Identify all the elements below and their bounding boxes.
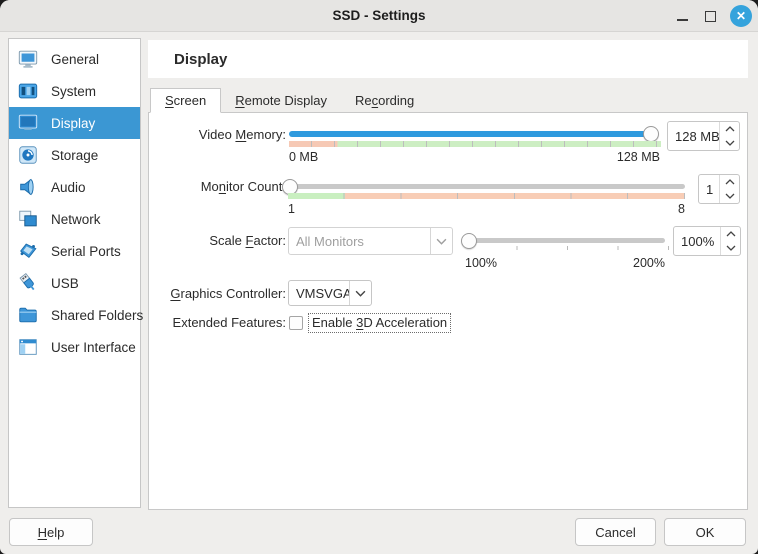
graphics-controller-label: Graphics Controller:	[149, 285, 286, 303]
settings-dialog: SSD - Settings ✕ General System Display	[0, 0, 758, 554]
minimize-button[interactable]	[668, 0, 696, 32]
video-memory-min-label: 0 MB	[289, 150, 318, 164]
video-memory-spinbox[interactable]: 128 MB	[667, 121, 740, 151]
close-button[interactable]: ✕	[727, 0, 755, 32]
video-memory-slider-track[interactable]	[289, 131, 657, 137]
video-memory-tick-strip	[289, 141, 661, 147]
enable-3d-acceleration-checkbox[interactable]	[289, 316, 303, 330]
tab-remote-display[interactable]: Remote Display	[221, 88, 341, 113]
extended-features-label: Extended Features:	[149, 314, 286, 332]
scale-factor-value[interactable]: 100%	[674, 227, 720, 255]
video-memory-value[interactable]: 128 MB	[668, 122, 719, 150]
serial-plug-icon	[16, 239, 40, 263]
cancel-button[interactable]: Cancel	[575, 518, 656, 546]
screen-tab-pane: Video Memory: 0 MB 128 MB 128 MB Monitor…	[148, 112, 748, 510]
network-screens-icon	[16, 207, 40, 231]
combo-arrow-icon[interactable]	[349, 281, 371, 305]
sidebar-item-network[interactable]: Network	[9, 203, 140, 235]
maximize-icon	[705, 11, 716, 22]
monitor-count-max-label: 8	[585, 202, 685, 216]
scale-factor-monitor-value: All Monitors	[289, 228, 430, 254]
scale-factor-slider-track[interactable]	[467, 238, 665, 243]
page-title: Display	[174, 51, 227, 68]
scale-factor-monitor-select: All Monitors	[288, 227, 453, 255]
sidebar-item-label: Display	[51, 116, 95, 131]
video-memory-slider-handle[interactable]	[643, 126, 659, 142]
tab-recording[interactable]: Recording	[341, 88, 428, 113]
sidebar-item-general[interactable]: General	[9, 43, 140, 75]
scale-factor-spin-up[interactable]	[721, 227, 740, 241]
sidebar-item-usb[interactable]: USB	[9, 267, 140, 299]
sidebar-item-label: User Interface	[51, 340, 136, 355]
monitor-count-value[interactable]: 1	[699, 175, 719, 203]
folder-icon	[16, 303, 40, 327]
video-memory-label: Video Memory:	[149, 126, 286, 144]
harddisk-icon	[16, 143, 40, 167]
help-button[interactable]: Help	[9, 518, 93, 546]
sidebar-item-display[interactable]: Display	[9, 107, 140, 139]
scale-factor-ticks	[467, 246, 669, 250]
combo-arrow-icon	[430, 228, 452, 254]
sidebar-item-label: General	[51, 52, 99, 67]
scale-factor-label: Scale Factor:	[149, 232, 286, 250]
maximize-button[interactable]	[696, 0, 724, 32]
scale-factor-spin-down[interactable]	[721, 241, 740, 255]
minimize-icon	[677, 19, 688, 21]
scale-factor-spinbox[interactable]: 100%	[673, 226, 741, 256]
settings-category-list: General System Display Storage Audio	[8, 38, 141, 508]
sidebar-item-user-interface[interactable]: User Interface	[9, 331, 140, 363]
sidebar-item-label: Serial Ports	[51, 244, 121, 259]
ok-button[interactable]: OK	[664, 518, 746, 546]
sidebar-item-shared-folders[interactable]: Shared Folders	[9, 299, 140, 331]
sidebar-item-serial-ports[interactable]: Serial Ports	[9, 235, 140, 267]
scale-factor-min-label: 100%	[465, 256, 497, 270]
chip-icon	[16, 79, 40, 103]
speaker-icon	[16, 175, 40, 199]
monitor-count-min-label: 1	[288, 202, 295, 216]
graphics-controller-select[interactable]: VMSVGA	[288, 280, 372, 306]
sidebar-item-audio[interactable]: Audio	[9, 171, 140, 203]
usb-plug-icon	[16, 271, 40, 295]
spin-up-icon	[726, 180, 734, 184]
monitor-count-slider-track[interactable]	[288, 184, 685, 189]
monitor-icon	[16, 47, 40, 71]
video-memory-max-label: 128 MB	[560, 150, 660, 164]
sidebar-item-label: Shared Folders	[51, 308, 143, 323]
sidebar-item-storage[interactable]: Storage	[9, 139, 140, 171]
sidebar-item-label: Storage	[51, 148, 98, 163]
titlebar: SSD - Settings ✕	[0, 0, 758, 32]
display-tabs: Screen Remote Display Recording	[150, 88, 428, 113]
sidebar-item-label: System	[51, 84, 96, 99]
spin-down-icon	[727, 246, 735, 250]
spin-up-icon	[727, 232, 735, 236]
monitor-count-spinbox[interactable]: 1	[698, 174, 740, 204]
video-memory-spin-down[interactable]	[720, 136, 739, 150]
window-ui-icon	[16, 335, 40, 359]
page-header: Display	[148, 40, 748, 78]
close-icon: ✕	[730, 5, 752, 27]
sidebar-item-label: USB	[51, 276, 79, 291]
display-icon	[16, 111, 40, 135]
monitor-count-label: Monitor Count:	[149, 178, 286, 196]
monitor-count-spin-up[interactable]	[720, 175, 739, 189]
spin-down-icon	[726, 194, 734, 198]
tab-screen[interactable]: Screen	[150, 88, 221, 113]
graphics-controller-value[interactable]: VMSVGA	[289, 281, 349, 305]
video-memory-spin-up[interactable]	[720, 122, 739, 136]
spin-up-icon	[726, 127, 734, 131]
sidebar-item-label: Network	[51, 212, 101, 227]
spin-down-icon	[726, 141, 734, 145]
monitor-count-tick-strip	[288, 193, 685, 199]
window-title: SSD - Settings	[0, 0, 758, 32]
monitor-count-spin-down[interactable]	[720, 189, 739, 203]
sidebar-item-label: Audio	[51, 180, 86, 195]
sidebar-item-system[interactable]: System	[9, 75, 140, 107]
enable-3d-acceleration-checkbox-label[interactable]: Enable 3D Acceleration	[308, 313, 451, 333]
scale-factor-max-label: 200%	[565, 256, 665, 270]
